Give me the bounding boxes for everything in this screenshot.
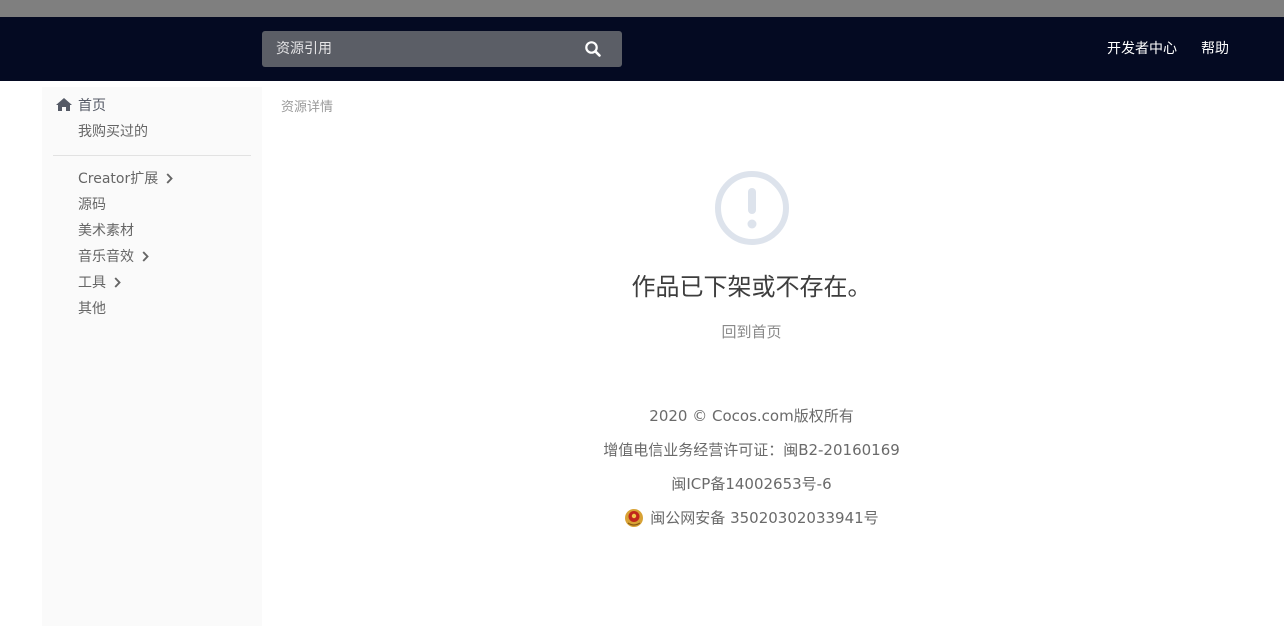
footer-police-record[interactable]: 闽公网安备 35020302033941号 xyxy=(0,507,1284,534)
sidebar-item-home[interactable]: 首页 xyxy=(55,97,106,117)
sidebar-item-source-code[interactable]: 源码 xyxy=(78,196,106,214)
browser-top-strip xyxy=(0,0,1284,17)
chevron-right-icon xyxy=(166,171,174,189)
sidebar-item-purchased[interactable]: 我购买过的 xyxy=(78,123,148,141)
footer-icp[interactable]: 闽ICP备14002653号-6 xyxy=(0,473,1284,495)
search-box xyxy=(262,31,622,67)
footer-copyright: 2020 © Cocos.com版权所有 xyxy=(649,407,854,425)
sidebar-item-label: Creator扩展 xyxy=(78,171,159,187)
exclamation-circle-icon xyxy=(712,170,792,248)
search-input[interactable] xyxy=(262,31,572,67)
sidebar-divider xyxy=(53,155,251,156)
footer-license[interactable]: 增值电信业务经营许可证：闽B2-20160169 xyxy=(0,439,1284,461)
police-badge-icon xyxy=(624,508,644,534)
search-icon[interactable] xyxy=(580,37,606,61)
nav-help-link[interactable]: 帮助 xyxy=(1201,39,1229,59)
nav-developer-center-link[interactable]: 开发者中心 xyxy=(1107,39,1177,59)
not-found-message: 作品已下架或不存在。 xyxy=(631,273,872,301)
top-navbar: 开发者中心 帮助 xyxy=(0,17,1284,81)
chevron-right-icon xyxy=(142,249,149,267)
sidebar-item-creator-extensions[interactable]: Creator扩展 xyxy=(78,170,174,189)
home-icon xyxy=(55,97,73,117)
sidebar-item-label: 音乐音效 xyxy=(78,249,134,265)
back-home-link[interactable]: 回到首页 xyxy=(0,321,1284,343)
sidebar-item-music-sound[interactable]: 音乐音效 xyxy=(78,248,149,267)
sidebar: 首页 我购买过的 Creator扩展 源码 美术素材 音乐音效 工具 其他 xyxy=(42,87,262,626)
footer-police-record-text: 闽公网安备 35020302033941号 xyxy=(650,509,879,527)
breadcrumb: 资源详情 xyxy=(281,100,334,115)
sidebar-item-label: 首页 xyxy=(78,98,106,114)
sidebar-item-art-assets[interactable]: 美术素材 xyxy=(78,222,134,240)
